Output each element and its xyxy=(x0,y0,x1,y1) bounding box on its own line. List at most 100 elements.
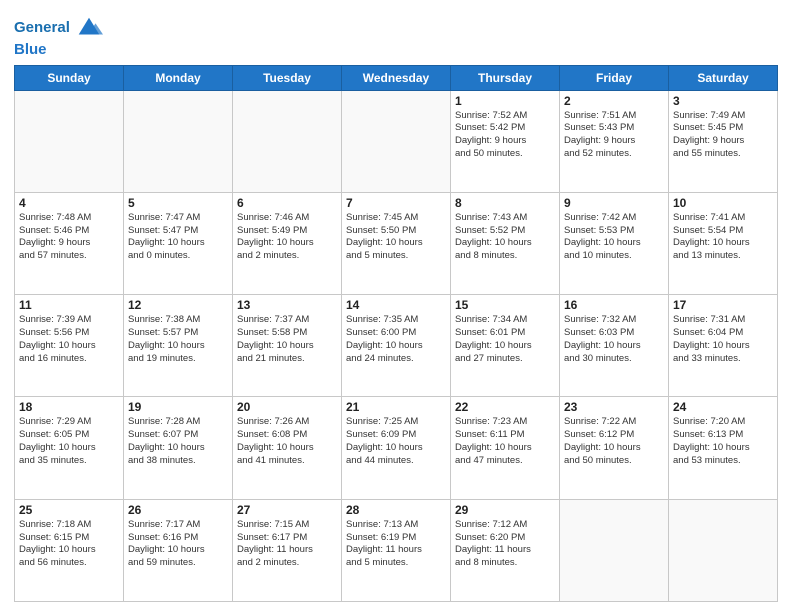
day-number: 24 xyxy=(673,400,773,414)
day-info: Sunrise: 7:38 AM Sunset: 5:57 PM Dayligh… xyxy=(128,314,228,365)
day-info: Sunrise: 7:13 AM Sunset: 6:19 PM Dayligh… xyxy=(346,519,446,570)
weekday-friday: Friday xyxy=(560,65,669,90)
day-cell: 5 Sunrise: 7:47 AM Sunset: 5:47 PM Daylig… xyxy=(124,192,233,294)
day-number: 10 xyxy=(673,196,773,210)
day-cell: 28 Sunrise: 7:13 AM Sunset: 6:19 PM Dayli… xyxy=(342,499,451,601)
day-info: Sunrise: 7:47 AM Sunset: 5:47 PM Dayligh… xyxy=(128,212,228,263)
day-number: 16 xyxy=(564,298,664,312)
day-info: Sunrise: 7:20 AM Sunset: 6:13 PM Dayligh… xyxy=(673,416,773,467)
day-info: Sunrise: 7:12 AM Sunset: 6:20 PM Dayligh… xyxy=(455,519,555,570)
day-cell: 29 Sunrise: 7:12 AM Sunset: 6:20 PM Dayli… xyxy=(451,499,560,601)
day-info: Sunrise: 7:42 AM Sunset: 5:53 PM Dayligh… xyxy=(564,212,664,263)
day-info: Sunrise: 7:17 AM Sunset: 6:16 PM Dayligh… xyxy=(128,519,228,570)
day-cell: 3 Sunrise: 7:49 AM Sunset: 5:45 PM Daylig… xyxy=(669,90,778,192)
day-info: Sunrise: 7:23 AM Sunset: 6:11 PM Dayligh… xyxy=(455,416,555,467)
weekday-thursday: Thursday xyxy=(451,65,560,90)
day-number: 2 xyxy=(564,94,664,108)
day-cell: 19 Sunrise: 7:28 AM Sunset: 6:07 PM Dayli… xyxy=(124,397,233,499)
day-info: Sunrise: 7:35 AM Sunset: 6:00 PM Dayligh… xyxy=(346,314,446,365)
day-cell xyxy=(15,90,124,192)
day-number: 3 xyxy=(673,94,773,108)
logo: General Blue xyxy=(14,14,103,59)
day-cell xyxy=(342,90,451,192)
day-number: 9 xyxy=(564,196,664,210)
day-info: Sunrise: 7:49 AM Sunset: 5:45 PM Dayligh… xyxy=(673,110,773,161)
day-info: Sunrise: 7:25 AM Sunset: 6:09 PM Dayligh… xyxy=(346,416,446,467)
day-info: Sunrise: 7:22 AM Sunset: 6:12 PM Dayligh… xyxy=(564,416,664,467)
day-info: Sunrise: 7:48 AM Sunset: 5:46 PM Dayligh… xyxy=(19,212,119,263)
day-cell: 10 Sunrise: 7:41 AM Sunset: 5:54 PM Dayli… xyxy=(669,192,778,294)
week-row-3: 11 Sunrise: 7:39 AM Sunset: 5:56 PM Dayli… xyxy=(15,295,778,397)
day-cell: 22 Sunrise: 7:23 AM Sunset: 6:11 PM Dayli… xyxy=(451,397,560,499)
day-cell: 7 Sunrise: 7:45 AM Sunset: 5:50 PM Daylig… xyxy=(342,192,451,294)
day-info: Sunrise: 7:51 AM Sunset: 5:43 PM Dayligh… xyxy=(564,110,664,161)
day-number: 21 xyxy=(346,400,446,414)
day-info: Sunrise: 7:28 AM Sunset: 6:07 PM Dayligh… xyxy=(128,416,228,467)
day-cell: 24 Sunrise: 7:20 AM Sunset: 6:13 PM Dayli… xyxy=(669,397,778,499)
day-cell: 23 Sunrise: 7:22 AM Sunset: 6:12 PM Dayli… xyxy=(560,397,669,499)
day-cell xyxy=(560,499,669,601)
day-cell: 15 Sunrise: 7:34 AM Sunset: 6:01 PM Dayli… xyxy=(451,295,560,397)
day-info: Sunrise: 7:39 AM Sunset: 5:56 PM Dayligh… xyxy=(19,314,119,365)
day-info: Sunrise: 7:52 AM Sunset: 5:42 PM Dayligh… xyxy=(455,110,555,161)
week-row-5: 25Sunrise: 7:18 AM Sunset: 6:15 PM Dayli… xyxy=(15,499,778,601)
day-cell: 14 Sunrise: 7:35 AM Sunset: 6:00 PM Dayli… xyxy=(342,295,451,397)
day-number: 23 xyxy=(564,400,664,414)
day-number: 1 xyxy=(455,94,555,108)
calendar-table: SundayMondayTuesdayWednesdayThursdayFrid… xyxy=(14,65,778,603)
day-number: 26 xyxy=(128,503,228,517)
day-cell: 2 Sunrise: 7:51 AM Sunset: 5:43 PM Daylig… xyxy=(560,90,669,192)
day-cell: 17Sunrise: 7:31 AM Sunset: 6:04 PM Dayli… xyxy=(669,295,778,397)
weekday-saturday: Saturday xyxy=(669,65,778,90)
day-info: Sunrise: 7:41 AM Sunset: 5:54 PM Dayligh… xyxy=(673,212,773,263)
day-info: Sunrise: 7:37 AM Sunset: 5:58 PM Dayligh… xyxy=(237,314,337,365)
day-cell: 25Sunrise: 7:18 AM Sunset: 6:15 PM Dayli… xyxy=(15,499,124,601)
day-cell xyxy=(669,499,778,601)
day-cell: 26 Sunrise: 7:17 AM Sunset: 6:16 PM Dayli… xyxy=(124,499,233,601)
day-cell: 20Sunrise: 7:26 AM Sunset: 6:08 PM Dayli… xyxy=(233,397,342,499)
day-number: 5 xyxy=(128,196,228,210)
day-cell: 9 Sunrise: 7:42 AM Sunset: 5:53 PM Daylig… xyxy=(560,192,669,294)
logo-icon xyxy=(75,14,103,42)
day-info: Sunrise: 7:15 AM Sunset: 6:17 PM Dayligh… xyxy=(237,519,337,570)
week-row-1: 1 Sunrise: 7:52 AM Sunset: 5:42 PM Daylig… xyxy=(15,90,778,192)
weekday-tuesday: Tuesday xyxy=(233,65,342,90)
day-cell: 18Sunrise: 7:29 AM Sunset: 6:05 PM Dayli… xyxy=(15,397,124,499)
day-number: 27 xyxy=(237,503,337,517)
day-cell: 4Sunrise: 7:48 AM Sunset: 5:46 PM Daylig… xyxy=(15,192,124,294)
day-info: Sunrise: 7:18 AM Sunset: 6:15 PM Dayligh… xyxy=(19,519,119,570)
day-info: Sunrise: 7:43 AM Sunset: 5:52 PM Dayligh… xyxy=(455,212,555,263)
day-number: 11 xyxy=(19,298,119,312)
weekday-monday: Monday xyxy=(124,65,233,90)
day-cell: 21 Sunrise: 7:25 AM Sunset: 6:09 PM Dayli… xyxy=(342,397,451,499)
day-cell: 1 Sunrise: 7:52 AM Sunset: 5:42 PM Daylig… xyxy=(451,90,560,192)
day-number: 6 xyxy=(237,196,337,210)
day-number: 22 xyxy=(455,400,555,414)
day-number: 7 xyxy=(346,196,446,210)
day-cell: 12 Sunrise: 7:38 AM Sunset: 5:57 PM Dayli… xyxy=(124,295,233,397)
week-row-4: 18Sunrise: 7:29 AM Sunset: 6:05 PM Dayli… xyxy=(15,397,778,499)
day-number: 19 xyxy=(128,400,228,414)
weekday-wednesday: Wednesday xyxy=(342,65,451,90)
day-info: Sunrise: 7:32 AM Sunset: 6:03 PM Dayligh… xyxy=(564,314,664,365)
day-cell: 16 Sunrise: 7:32 AM Sunset: 6:03 PM Dayli… xyxy=(560,295,669,397)
day-number: 14 xyxy=(346,298,446,312)
day-number: 8 xyxy=(455,196,555,210)
logo-text-blue: Blue xyxy=(14,42,103,59)
header: General Blue xyxy=(14,10,778,59)
day-number: 28 xyxy=(346,503,446,517)
logo-text: General xyxy=(14,20,70,37)
day-number: 13 xyxy=(237,298,337,312)
weekday-sunday: Sunday xyxy=(15,65,124,90)
day-number: 15 xyxy=(455,298,555,312)
day-info: Sunrise: 7:34 AM Sunset: 6:01 PM Dayligh… xyxy=(455,314,555,365)
day-cell: 27 Sunrise: 7:15 AM Sunset: 6:17 PM Dayli… xyxy=(233,499,342,601)
day-number: 12 xyxy=(128,298,228,312)
day-cell xyxy=(233,90,342,192)
day-number: 29 xyxy=(455,503,555,517)
day-info: Sunrise: 7:46 AM Sunset: 5:49 PM Dayligh… xyxy=(237,212,337,263)
day-cell xyxy=(124,90,233,192)
day-info: Sunrise: 7:45 AM Sunset: 5:50 PM Dayligh… xyxy=(346,212,446,263)
day-cell: 13 Sunrise: 7:37 AM Sunset: 5:58 PM Dayli… xyxy=(233,295,342,397)
day-info: Sunrise: 7:29 AM Sunset: 6:05 PM Dayligh… xyxy=(19,416,119,467)
